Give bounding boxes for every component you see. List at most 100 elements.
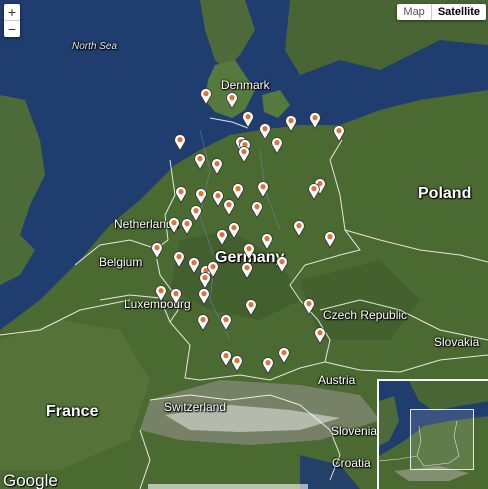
map-marker[interactable] — [257, 181, 269, 198]
map-marker[interactable] — [173, 251, 185, 268]
overview-viewport-box[interactable] — [410, 409, 474, 470]
map-pin-icon — [232, 183, 244, 200]
map-marker[interactable] — [194, 153, 206, 170]
map-marker[interactable] — [175, 186, 187, 203]
label-slovakia: Slovakia — [434, 335, 480, 349]
map-pin-icon — [168, 217, 180, 234]
map-pin-icon — [309, 112, 321, 129]
map-marker[interactable] — [216, 229, 228, 246]
map-pin-icon — [181, 218, 193, 235]
map-type-map-button[interactable]: Map — [397, 4, 431, 20]
map-marker[interactable] — [200, 88, 212, 105]
label-switzerland: Switzerland — [164, 400, 227, 414]
satellite-map[interactable]: North Sea Denmark Netherlands Belgium Ge… — [0, 0, 488, 489]
map-pin-icon — [155, 285, 167, 302]
map-pin-icon — [211, 158, 223, 175]
map-marker[interactable] — [309, 112, 321, 129]
map-pin-icon — [243, 243, 255, 260]
map-marker[interactable] — [211, 158, 223, 175]
map-marker[interactable] — [278, 347, 290, 364]
map-type-selector: Map Satellite — [397, 4, 486, 20]
label-poland: Poland — [418, 185, 472, 202]
map-marker[interactable] — [231, 355, 243, 372]
map-marker[interactable] — [308, 183, 320, 200]
label-slovenia: Slovenia — [331, 424, 378, 438]
map-pin-icon — [257, 181, 269, 198]
map-pin-icon — [262, 357, 274, 374]
map-pin-icon — [228, 222, 240, 239]
map-pin-icon — [242, 111, 254, 128]
map-marker[interactable] — [242, 111, 254, 128]
label-belgium: Belgium — [99, 255, 143, 269]
map-marker[interactable] — [170, 288, 182, 305]
map-marker[interactable] — [285, 115, 297, 132]
map-pin-icon — [231, 355, 243, 372]
google-logo: Google — [3, 471, 58, 489]
label-czech-republic: Czech Republic — [323, 308, 408, 322]
map-pin-icon — [308, 183, 320, 200]
map-marker[interactable] — [232, 183, 244, 200]
attribution-bar — [148, 484, 308, 489]
map-pin-icon — [200, 88, 212, 105]
map-pin-icon — [173, 251, 185, 268]
map-pin-icon — [251, 201, 263, 218]
map-marker[interactable] — [155, 285, 167, 302]
map-pin-icon — [216, 229, 228, 246]
map-pin-icon — [303, 298, 315, 315]
map-pin-icon — [195, 188, 207, 205]
map-marker[interactable] — [238, 146, 250, 163]
map-pin-icon — [333, 125, 345, 142]
map-pin-icon — [285, 115, 297, 132]
map-marker[interactable] — [324, 231, 336, 248]
label-croatia: Croatia — [332, 456, 371, 470]
map-marker[interactable] — [220, 314, 232, 331]
map-marker[interactable] — [314, 327, 326, 344]
map-marker[interactable] — [261, 233, 273, 250]
map-marker[interactable] — [174, 134, 186, 151]
map-marker[interactable] — [259, 123, 271, 140]
map-marker[interactable] — [199, 272, 211, 289]
map-pin-icon — [271, 137, 283, 154]
map-pin-icon — [261, 233, 273, 250]
map-pin-icon — [314, 327, 326, 344]
map-marker[interactable] — [195, 188, 207, 205]
zoom-out-button[interactable]: − — [4, 21, 20, 37]
map-marker[interactable] — [181, 218, 193, 235]
map-pin-icon — [241, 262, 253, 279]
map-pin-icon — [175, 186, 187, 203]
map-marker[interactable] — [226, 92, 238, 109]
map-marker[interactable] — [151, 242, 163, 259]
map-pin-icon — [245, 299, 257, 316]
map-marker[interactable] — [333, 125, 345, 142]
map-marker[interactable] — [271, 137, 283, 154]
map-pin-icon — [197, 314, 209, 331]
map-pin-icon — [226, 92, 238, 109]
map-pin-icon — [278, 347, 290, 364]
map-marker[interactable] — [197, 314, 209, 331]
map-marker[interactable] — [228, 222, 240, 239]
map-pin-icon — [293, 220, 305, 237]
map-marker[interactable] — [223, 199, 235, 216]
map-marker[interactable] — [168, 217, 180, 234]
overview-map[interactable] — [377, 379, 488, 489]
map-marker[interactable] — [262, 357, 274, 374]
map-marker[interactable] — [198, 288, 210, 305]
zoom-in-button[interactable]: + — [4, 4, 20, 21]
map-marker[interactable] — [245, 299, 257, 316]
label-denmark: Denmark — [221, 78, 270, 92]
map-marker[interactable] — [243, 243, 255, 260]
map-type-satellite-button[interactable]: Satellite — [430, 4, 486, 20]
map-pin-icon — [259, 123, 271, 140]
map-marker[interactable] — [293, 220, 305, 237]
map-pin-icon — [151, 242, 163, 259]
map-pin-icon — [220, 314, 232, 331]
map-pin-icon — [198, 288, 210, 305]
map-marker[interactable] — [276, 256, 288, 273]
map-pin-icon — [194, 153, 206, 170]
map-marker[interactable] — [251, 201, 263, 218]
map-marker[interactable] — [241, 262, 253, 279]
map-marker[interactable] — [303, 298, 315, 315]
label-france: France — [46, 403, 99, 420]
label-north-sea: North Sea — [72, 41, 118, 52]
label-austria: Austria — [318, 373, 356, 387]
